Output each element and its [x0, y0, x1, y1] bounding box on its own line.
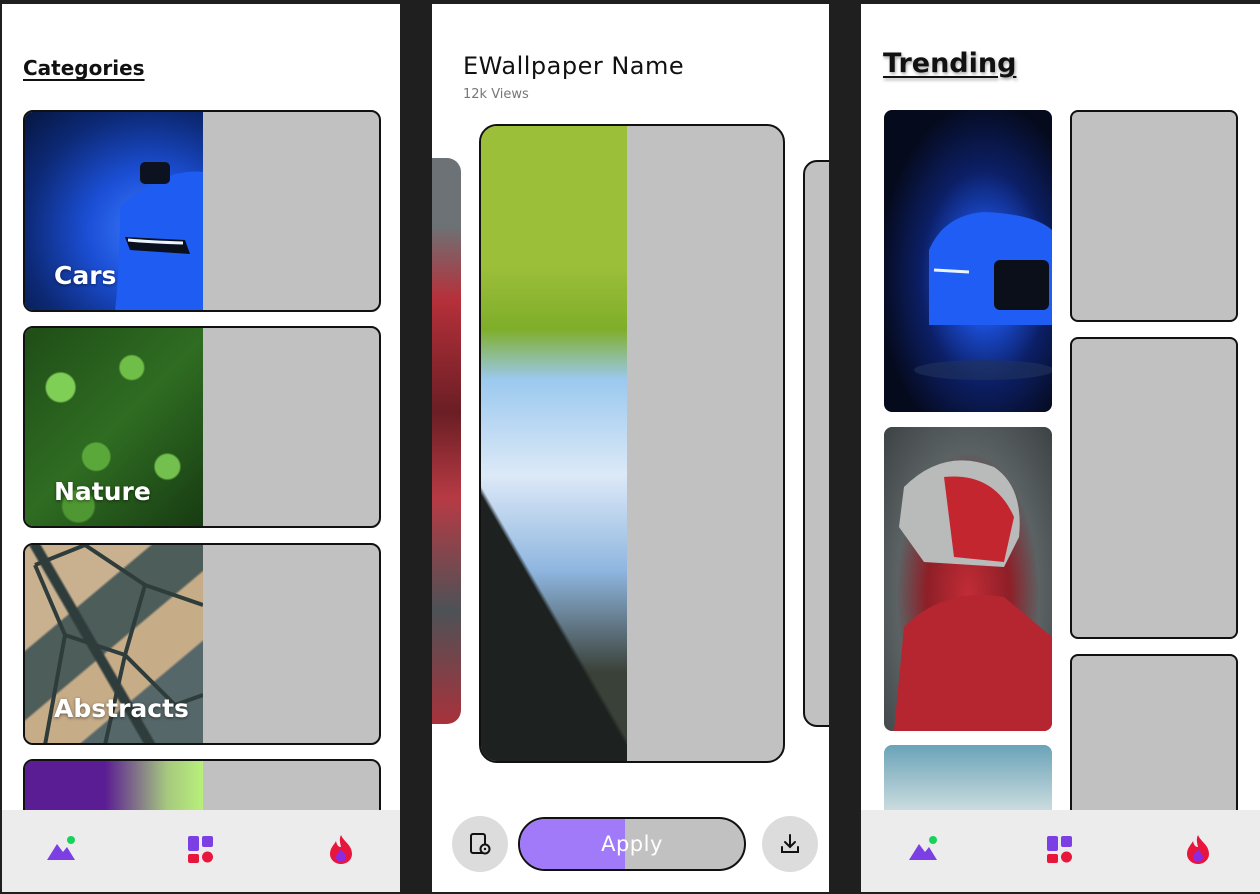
flame-icon[interactable]	[324, 832, 358, 866]
wallpaper-image	[481, 126, 627, 761]
screen-settings-icon	[470, 833, 491, 855]
trending-placeholder[interactable]	[1070, 337, 1238, 639]
mountain-icon[interactable]	[44, 832, 78, 866]
category-label: Abstracts	[54, 694, 189, 723]
next-wallpaper-card[interactable]	[803, 160, 829, 727]
previous-wallpaper-card[interactable]	[432, 158, 461, 724]
robot-illustration	[894, 460, 1052, 731]
mountain-icon[interactable]	[906, 832, 940, 866]
trending-item-car[interactable]	[884, 110, 1052, 412]
category-card-nature[interactable]: Nature	[23, 326, 381, 528]
trending-item-robot[interactable]	[884, 427, 1052, 731]
apply-label: Apply	[601, 832, 663, 856]
trending-placeholder[interactable]	[1070, 110, 1238, 322]
set-wallpaper-settings-button[interactable]	[452, 816, 508, 872]
wallpaper-preview[interactable]	[479, 124, 785, 763]
car-illustration	[914, 212, 1052, 380]
grid-icon[interactable]	[1043, 832, 1077, 866]
category-label: Cars	[54, 261, 117, 290]
action-bar: Apply	[432, 806, 829, 892]
flame-icon[interactable]	[1181, 832, 1215, 866]
view-count: 12k Views	[463, 87, 529, 102]
download-button[interactable]	[762, 816, 818, 872]
trending-screen: Trending	[861, 4, 1260, 892]
category-card-abstracts[interactable]: Abstracts	[23, 543, 381, 745]
wallpaper-detail-screen: EWallpaper Name 12k Views Apply	[432, 4, 829, 892]
bottom-nav	[861, 810, 1260, 892]
wallpaper-title: EWallpaper Name	[463, 52, 685, 80]
bottom-nav	[2, 810, 400, 892]
page-title: Trending	[883, 48, 1017, 79]
category-label: Nature	[54, 477, 151, 506]
categories-screen: Categories Cars Nature Abstracts	[2, 4, 400, 892]
grid-icon[interactable]	[184, 832, 218, 866]
download-icon	[781, 834, 799, 853]
page-title: Categories	[23, 56, 145, 80]
apply-button[interactable]: Apply	[518, 817, 746, 871]
category-card-cars[interactable]: Cars	[23, 110, 381, 312]
